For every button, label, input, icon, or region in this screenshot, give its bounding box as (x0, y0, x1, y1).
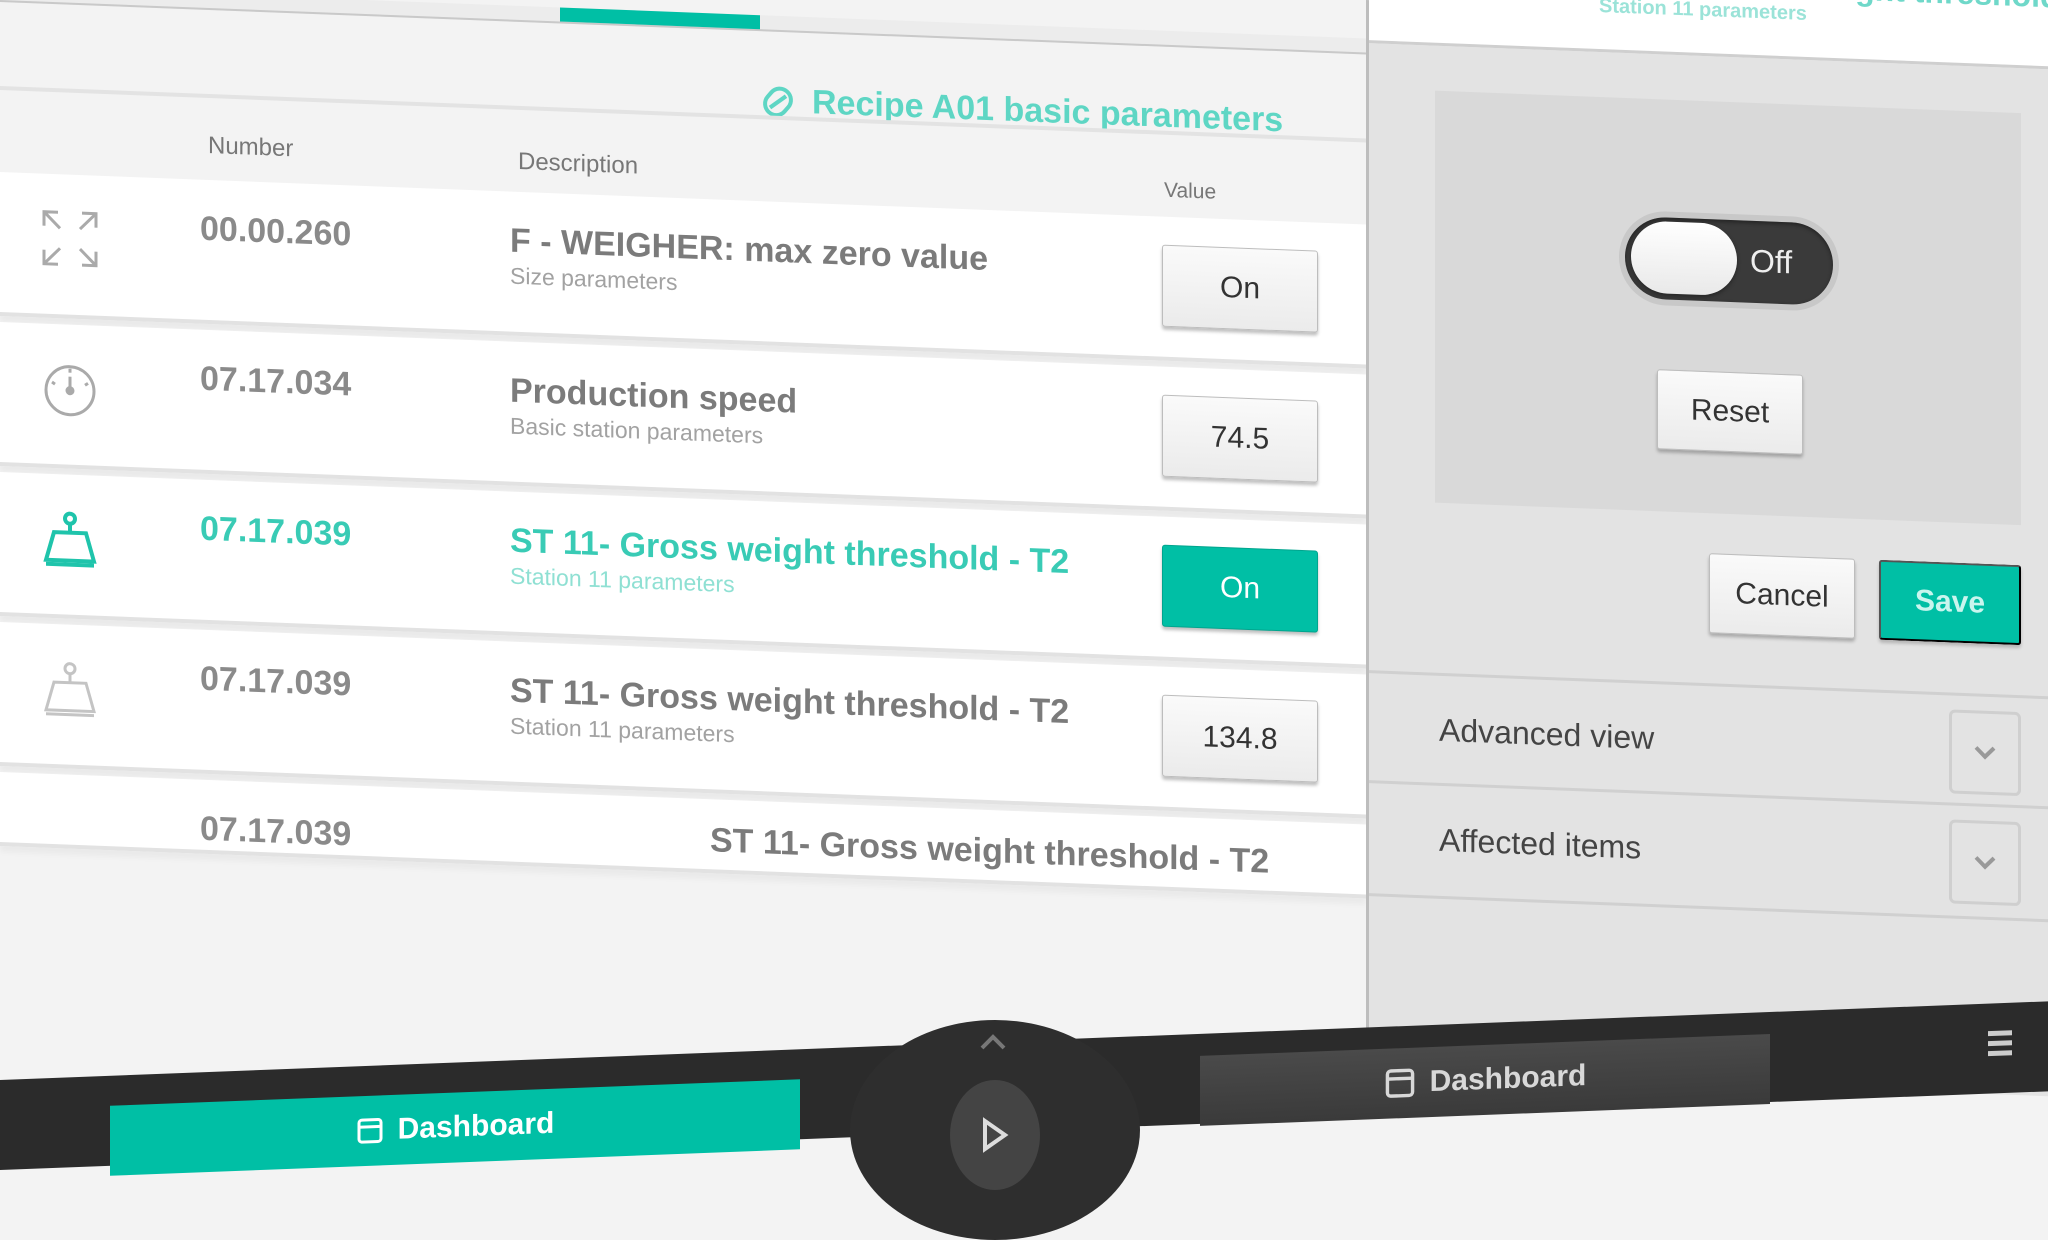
scene: Recipe A01 basic parameters Number Descr… (0, 0, 2048, 1240)
value-button[interactable]: 74.5 (1162, 394, 1318, 483)
speedometer-icon (40, 358, 100, 420)
reset-button[interactable]: Reset (1657, 369, 1803, 455)
toggle-knob (1631, 220, 1737, 297)
parameter-description: F - WEIGHER: max zero value Size paramet… (510, 222, 988, 308)
column-header-number: Number (208, 131, 294, 163)
accordion-label: Advanced view (1439, 711, 1655, 757)
window-icon (356, 1116, 384, 1145)
nav-tab-label: Dashboard (397, 1106, 555, 1146)
parameter-table: 00.00.260 F - WEIGHER: max zero value Si… (0, 172, 1366, 899)
accordion-affected-items[interactable]: Affected items (1369, 780, 2048, 923)
top-tab-bar (0, 0, 1366, 55)
control-dial (850, 1020, 1140, 1240)
chevron-down-icon[interactable] (1949, 819, 2021, 907)
column-header-value: Value (1164, 178, 1217, 204)
on-off-toggle[interactable]: Off (1625, 215, 1833, 306)
play-button[interactable] (950, 1080, 1040, 1190)
parameter-number: 00.00.260 (200, 209, 352, 254)
cancel-button[interactable]: Cancel (1709, 553, 1855, 639)
nav-tab-label: Dashboard (1429, 1059, 1587, 1099)
column-header-description: Description (518, 147, 639, 180)
accordion-label: Affected items (1439, 821, 1642, 866)
detail-code: 7.17.039 (1419, 0, 1536, 1)
hamburger-icon[interactable] (1980, 1022, 2020, 1064)
parameter-number: 07.17.034 (200, 359, 352, 404)
detail-subtitle: Station 11 parameters (1599, 0, 1807, 25)
parameter-number: 07.17.039 (200, 659, 352, 704)
parameter-description: ST 11- Gross weight threshold - T2 Stati… (510, 672, 1069, 761)
parameter-description: ST 11- Gross weight threshold - T2 (710, 821, 1269, 881)
save-button[interactable]: Save (1879, 559, 2021, 646)
play-icon (980, 1117, 1010, 1153)
detail-header: 7.17.039 ST 11- Gross weight threshold -… (1369, 0, 2048, 70)
parameter-title: ST 11- Gross weight threshold - T2 (710, 821, 1270, 881)
weight-icon (40, 658, 100, 720)
parameter-description: Production speed Basic station parameter… (510, 372, 797, 451)
value-button-active[interactable]: On (1162, 544, 1318, 633)
toggle-label: Off (1750, 242, 1793, 281)
nav-tab-dashboard[interactable]: Dashboard (1200, 1034, 1770, 1126)
window-icon (1384, 1067, 1416, 1100)
value-editor: Off Reset (1435, 90, 2021, 526)
nav-tab-dashboard-active[interactable]: Dashboard (110, 1079, 800, 1176)
parameter-description: ST 11- Gross weight threshold - T2 Stati… (510, 522, 1069, 611)
detail-panel: 7.17.039 ST 11- Gross weight threshold -… (1366, 0, 2048, 1097)
chevron-up-icon[interactable] (978, 1032, 1008, 1052)
value-button[interactable]: 134.8 (1162, 694, 1318, 783)
weight-icon (40, 508, 100, 570)
parameter-number: 07.17.039 (200, 809, 352, 854)
expand-icon (40, 208, 100, 270)
chevron-down-icon[interactable] (1949, 709, 2021, 797)
parameter-number: 07.17.039 (200, 509, 352, 554)
parameter-list-panel: Recipe A01 basic parameters Number Descr… (0, 0, 1366, 1123)
value-button[interactable]: On (1162, 244, 1318, 333)
